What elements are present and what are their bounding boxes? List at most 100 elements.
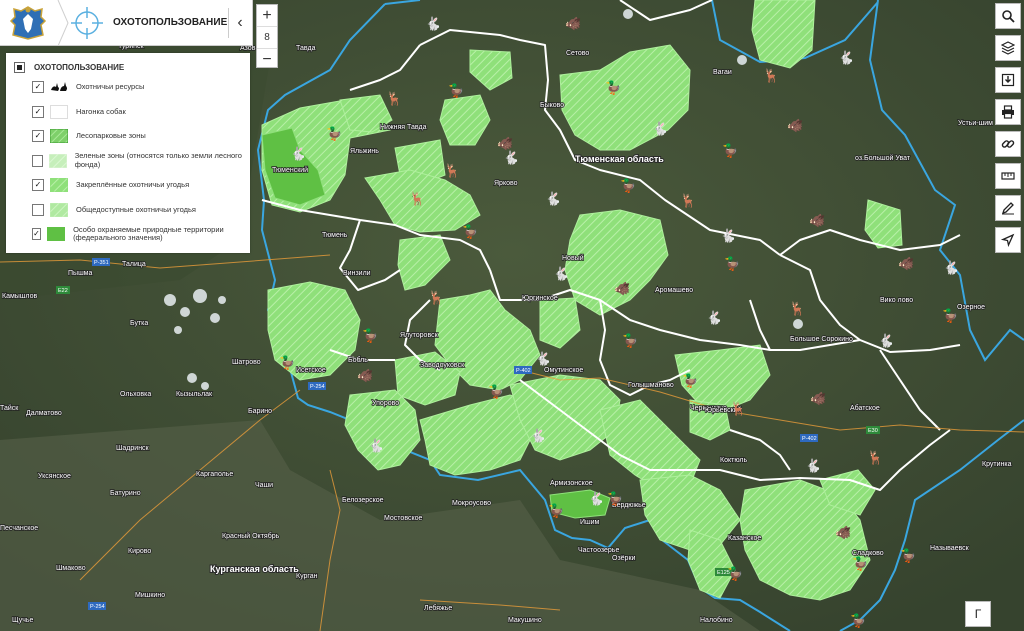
duck-icon: 🦆 bbox=[622, 333, 638, 349]
svg-text:Нижняя Тавда: Нижняя Тавда bbox=[380, 124, 427, 131]
deer-icon: 🦌 bbox=[680, 193, 696, 209]
svg-text:Винзили: Винзили bbox=[343, 270, 371, 277]
legend-item-dog-training[interactable]: ✓ Нагонка собак bbox=[12, 100, 244, 125]
layer-checkbox[interactable]: ✓ bbox=[32, 179, 44, 192]
layers-icon bbox=[1001, 41, 1015, 55]
svg-text:Барино: Барино bbox=[248, 408, 272, 415]
svg-text:Армизонское: Армизонское bbox=[550, 480, 593, 487]
hare-icon: 🐇 bbox=[943, 260, 959, 276]
svg-text:Красный Октябрь: Красный Октябрь bbox=[222, 532, 280, 540]
svg-text:Далматово: Далматово bbox=[26, 410, 62, 417]
legend-item-public-grounds[interactable]: Общедоступные охотничьи угодья bbox=[12, 198, 244, 223]
layer-checkbox[interactable] bbox=[32, 154, 43, 167]
collapse-panel-button[interactable]: ‹ bbox=[228, 8, 251, 38]
print-button[interactable] bbox=[995, 99, 1021, 125]
hare-icon: 🐇 bbox=[720, 228, 736, 244]
hare-icon: 🐇 bbox=[530, 428, 546, 444]
legend-item-forest-park[interactable]: ✓ Лесопарковые зоны bbox=[12, 124, 244, 149]
legend-item-label: Закреплённые охотничьи угодья bbox=[76, 180, 190, 189]
svg-text:Налобино: Налобино bbox=[700, 616, 733, 624]
svg-text:Кызыльлак: Кызыльлак bbox=[176, 391, 213, 398]
svg-text:Крутинка: Крутинка bbox=[982, 461, 1012, 468]
boar-icon: 🐗 bbox=[565, 16, 581, 32]
svg-text:Исетское: Исетское bbox=[296, 367, 326, 374]
svg-text:Коктюль: Коктюль bbox=[720, 457, 747, 464]
hare-icon: 🐇 bbox=[503, 150, 519, 166]
hare-icon: 🐇 bbox=[588, 491, 604, 507]
duck-icon: 🦆 bbox=[727, 566, 743, 582]
svg-text:Бутка: Бутка bbox=[130, 320, 148, 327]
region-label-tyumen: Тюменская область bbox=[575, 154, 664, 164]
svg-text:Упорово: Упорово bbox=[372, 400, 399, 407]
svg-text:Ялуторовск: Ялуторовск bbox=[400, 332, 439, 339]
duck-icon: 🦆 bbox=[326, 126, 342, 142]
svg-text:Р-254: Р-254 bbox=[310, 384, 325, 390]
layer-checkbox[interactable]: ✓ bbox=[32, 105, 44, 118]
duck-icon: 🦆 bbox=[448, 83, 464, 99]
layer-checkbox[interactable]: ✓ bbox=[32, 81, 44, 94]
svg-text:Пышма: Пышма bbox=[68, 270, 92, 277]
svg-text:Казанское: Казанское bbox=[728, 535, 761, 542]
pencil-icon bbox=[1001, 202, 1014, 215]
svg-text:Азов: Азов bbox=[240, 45, 256, 52]
svg-text:Лебяжье: Лебяжье bbox=[424, 604, 452, 612]
crosshair-icon bbox=[71, 7, 103, 39]
duck-icon: 🦆 bbox=[722, 143, 738, 159]
legend-item-label: Охотничьи ресурсы bbox=[76, 82, 145, 91]
coat-of-arms-icon bbox=[9, 6, 47, 40]
measure-button[interactable] bbox=[995, 163, 1021, 189]
layers-button[interactable] bbox=[995, 35, 1021, 61]
boar-icon: 🐗 bbox=[835, 525, 851, 541]
svg-text:Шатрово: Шатрово bbox=[232, 359, 261, 366]
legend-item-protected-areas[interactable]: ✓ Особо охраняемые природные территории … bbox=[12, 222, 244, 247]
zoom-in-button[interactable]: + bbox=[257, 5, 277, 27]
svg-text:Талица: Талица bbox=[122, 261, 146, 268]
navigate-button[interactable] bbox=[995, 227, 1021, 253]
link-icon bbox=[1001, 140, 1015, 148]
svg-text:Вико лово: Вико лово bbox=[880, 297, 913, 304]
svg-text:Сетово: Сетово bbox=[566, 50, 589, 57]
print-icon bbox=[1002, 105, 1014, 119]
legend-item-label: Лесопарковые зоны bbox=[76, 131, 146, 140]
duck-icon: 🦆 bbox=[362, 328, 378, 344]
svg-text:Тавда: Тавда bbox=[296, 45, 316, 52]
svg-text:Песчанское: Песчанское bbox=[0, 525, 38, 532]
hare-icon: 🐇 bbox=[553, 266, 569, 282]
corner-toggle-button[interactable]: Г bbox=[965, 601, 991, 627]
svg-text:Курган: Курган bbox=[296, 573, 318, 580]
draw-button[interactable] bbox=[995, 195, 1021, 221]
hatch-pale-swatch bbox=[50, 202, 68, 217]
svg-text:Голышманово: Голышманово bbox=[628, 382, 674, 389]
svg-text:Ольховка: Ольховка bbox=[120, 391, 151, 398]
svg-text:Кирово: Кирово bbox=[128, 548, 151, 555]
svg-text:Р-402: Р-402 bbox=[802, 436, 817, 442]
duck-icon: 🦆 bbox=[852, 556, 868, 572]
hare-icon: 🐇 bbox=[535, 351, 551, 367]
hare-icon: 🐇 bbox=[652, 121, 668, 137]
legend-master-checkbox[interactable] bbox=[14, 61, 25, 73]
legend-item-assigned-grounds[interactable]: ✓ Закреплённые охотничьи угодья bbox=[12, 173, 244, 198]
svg-text:Заводоуковск: Заводоуковск bbox=[420, 362, 465, 369]
boar-icon: 🐗 bbox=[898, 256, 914, 272]
svg-text:Уксянское: Уксянское bbox=[38, 473, 71, 480]
svg-text:Батурино: Батурино bbox=[110, 490, 141, 497]
layer-checkbox[interactable]: ✓ bbox=[32, 130, 44, 143]
link-button[interactable] bbox=[995, 131, 1021, 157]
search-button[interactable] bbox=[995, 3, 1021, 29]
download-button[interactable] bbox=[995, 67, 1021, 93]
legend-item-hunting-resources[interactable]: ✓ Охотничьи ресурсы bbox=[12, 75, 244, 100]
hare-icon: 🐇 bbox=[545, 191, 561, 207]
layer-checkbox[interactable]: ✓ bbox=[32, 228, 42, 241]
ruler-icon bbox=[1001, 172, 1015, 180]
duck-icon: 🦆 bbox=[605, 80, 621, 96]
legend-item-label: Нагонка собак bbox=[76, 106, 126, 116]
svg-text:Ишим: Ишим bbox=[580, 519, 600, 526]
zoom-out-button[interactable]: − bbox=[257, 49, 277, 70]
svg-text:Шадринск: Шадринск bbox=[116, 445, 150, 452]
svg-text:Сладково: Сладково bbox=[852, 550, 884, 557]
animals-icon bbox=[51, 82, 67, 92]
layer-checkbox[interactable] bbox=[32, 203, 44, 216]
legend-item-green-zones[interactable]: Зеленые зоны (относятся только земли лес… bbox=[12, 149, 244, 174]
legend-header[interactable]: ОХОТОПОЛЬЗОВАНИЕ bbox=[12, 59, 244, 75]
deer-icon: 🦌 bbox=[409, 191, 425, 207]
